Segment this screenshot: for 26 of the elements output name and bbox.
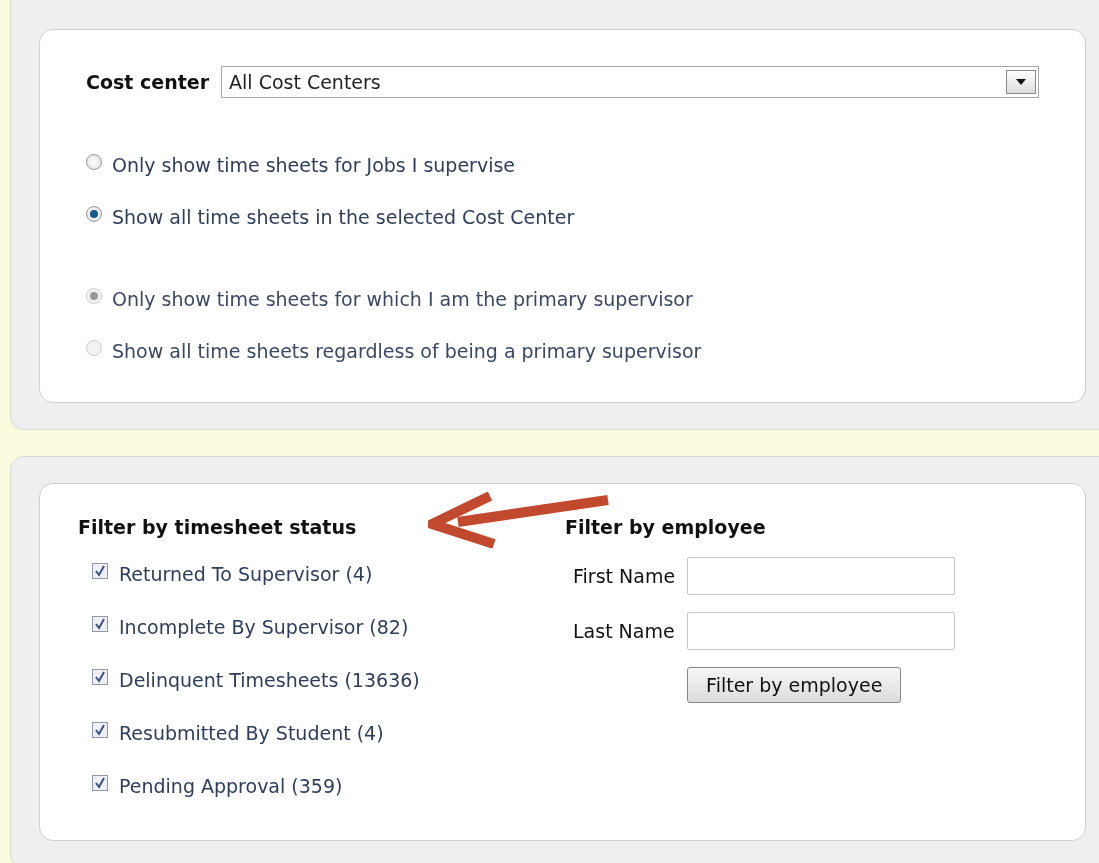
caret-icon — [1016, 79, 1026, 85]
input-field[interactable] — [687, 557, 956, 595]
filter-button[interactable]: Filter by employee — [687, 667, 902, 703]
radio-label: Only show time sheets for which I am the primary supervisor — [112, 288, 693, 310]
field-label: Cost center — [86, 71, 210, 93]
checkbox[interactable] — [92, 775, 108, 791]
field-label: First Name — [573, 565, 676, 587]
checkbox-label: Delinquent Timesheets (13636) — [119, 669, 420, 691]
checkbox-label: Resubmitted By Student (4) — [119, 722, 384, 744]
section-title: Filter by timesheet status — [78, 516, 358, 538]
checkbox[interactable] — [92, 616, 108, 632]
checkbox-label: Pending Approval (359) — [119, 775, 343, 797]
field-label: Last Name — [573, 620, 676, 642]
cost-center-dropdown[interactable]: All Cost Centers — [221, 66, 1039, 98]
checkbox[interactable] — [92, 722, 108, 738]
radio-label: Show all time sheets in the selected Cost Center — [112, 206, 575, 228]
radio-button[interactable] — [86, 154, 102, 170]
input-field[interactable] — [687, 612, 956, 650]
radio-button[interactable] — [86, 206, 102, 222]
radio-label: Only show time sheets for Jobs I supervise — [112, 154, 516, 176]
checkbox[interactable] — [92, 563, 108, 579]
checkbox-label: Incomplete By Supervisor (82) — [119, 616, 409, 638]
checkbox[interactable] — [92, 669, 108, 685]
radio-label: Show all time sheets regardless of being a primary supervisor — [112, 340, 702, 362]
checkbox-label: Returned To Supervisor (4) — [119, 563, 373, 585]
section-title: Filter by employee — [565, 516, 767, 538]
